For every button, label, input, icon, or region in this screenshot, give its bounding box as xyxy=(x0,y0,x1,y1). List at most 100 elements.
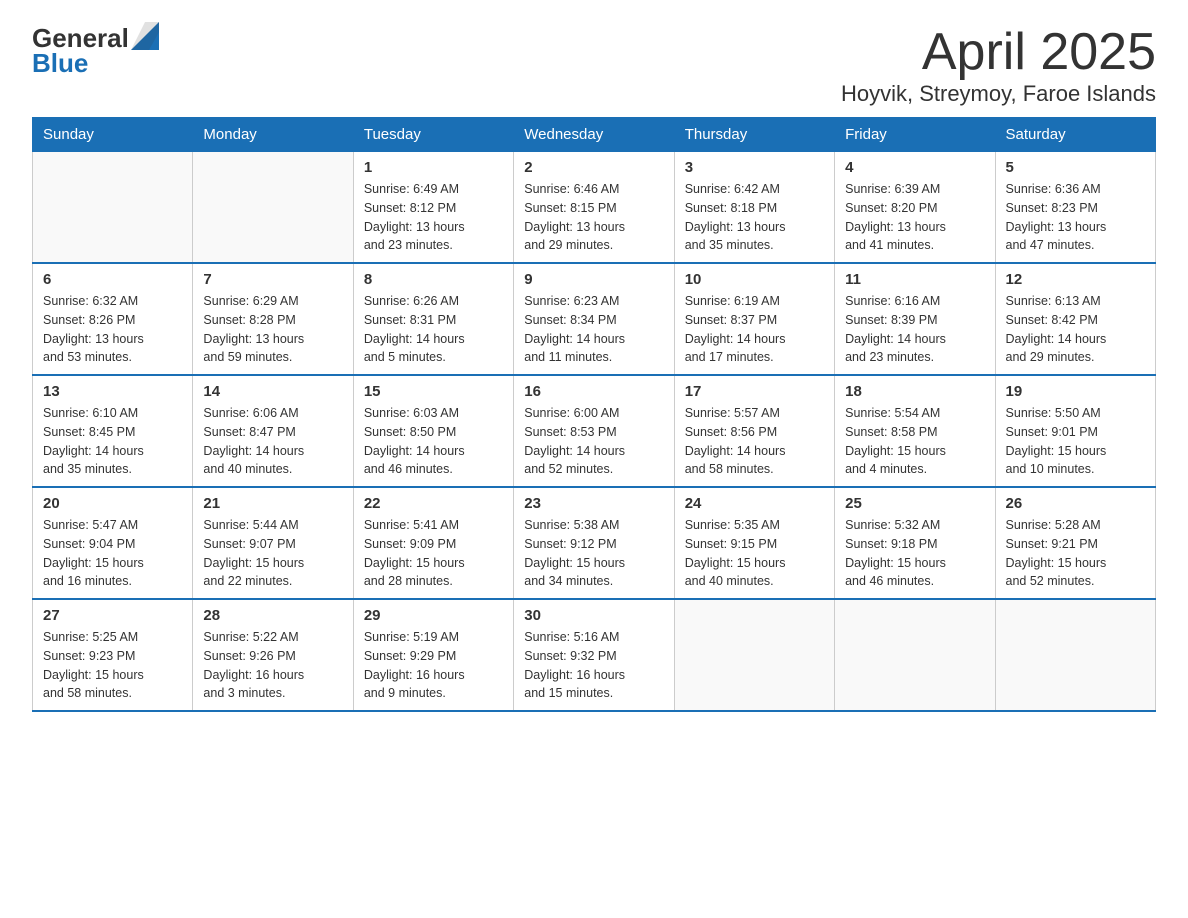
calendar-week-row: 20 Sunrise: 5:47 AM Sunset: 9:04 PM Dayli… xyxy=(33,487,1156,599)
day-info: Sunrise: 6:49 AM Sunset: 8:12 PM Dayligh… xyxy=(364,180,503,255)
calendar-cell: 22 Sunrise: 5:41 AM Sunset: 9:09 PM Dayli… xyxy=(353,487,513,599)
day-info: Sunrise: 5:16 AM Sunset: 9:32 PM Dayligh… xyxy=(524,628,663,703)
day-info: Sunrise: 6:00 AM Sunset: 8:53 PM Dayligh… xyxy=(524,404,663,479)
day-number: 8 xyxy=(364,271,503,288)
day-number: 10 xyxy=(685,271,824,288)
day-number: 4 xyxy=(845,159,984,176)
day-number: 6 xyxy=(43,271,182,288)
calendar-cell: 26 Sunrise: 5:28 AM Sunset: 9:21 PM Dayli… xyxy=(995,487,1155,599)
calendar-cell: 20 Sunrise: 5:47 AM Sunset: 9:04 PM Dayli… xyxy=(33,487,193,599)
day-number: 1 xyxy=(364,159,503,176)
day-number: 20 xyxy=(43,495,182,512)
calendar-cell xyxy=(33,152,193,264)
day-number: 22 xyxy=(364,495,503,512)
header-row: SundayMondayTuesdayWednesdayThursdayFrid… xyxy=(33,118,1156,152)
day-info: Sunrise: 5:22 AM Sunset: 9:26 PM Dayligh… xyxy=(203,628,342,703)
day-info: Sunrise: 6:23 AM Sunset: 8:34 PM Dayligh… xyxy=(524,292,663,367)
calendar-cell: 16 Sunrise: 6:00 AM Sunset: 8:53 PM Dayli… xyxy=(514,375,674,487)
day-info: Sunrise: 5:32 AM Sunset: 9:18 PM Dayligh… xyxy=(845,516,984,591)
calendar-cell: 14Sunrise: 6:06 AM Sunset: 8:47 PM Dayli… xyxy=(193,375,353,487)
day-info: Sunrise: 5:25 AM Sunset: 9:23 PM Dayligh… xyxy=(43,628,182,703)
day-info: Sunrise: 5:44 AM Sunset: 9:07 PM Dayligh… xyxy=(203,516,342,591)
calendar-cell xyxy=(674,599,834,711)
calendar-cell: 2 Sunrise: 6:46 AM Sunset: 8:15 PM Daylig… xyxy=(514,152,674,264)
day-number: 25 xyxy=(845,495,984,512)
calendar-cell: 1 Sunrise: 6:49 AM Sunset: 8:12 PM Daylig… xyxy=(353,152,513,264)
calendar-cell: 12 Sunrise: 6:13 AM Sunset: 8:42 PM Dayli… xyxy=(995,263,1155,375)
day-number: 15 xyxy=(364,383,503,400)
header-friday: Friday xyxy=(835,118,995,152)
page-header: General Blue April 2025 Hoyvik, Streymoy… xyxy=(32,24,1156,107)
calendar-cell: 11 Sunrise: 6:16 AM Sunset: 8:39 PM Dayli… xyxy=(835,263,995,375)
calendar-cell xyxy=(193,152,353,264)
calendar-cell: 9 Sunrise: 6:23 AM Sunset: 8:34 PM Daylig… xyxy=(514,263,674,375)
day-number: 17 xyxy=(685,383,824,400)
calendar-week-row: 1 Sunrise: 6:49 AM Sunset: 8:12 PM Daylig… xyxy=(33,152,1156,264)
calendar-cell xyxy=(995,599,1155,711)
day-info: Sunrise: 6:03 AM Sunset: 8:50 PM Dayligh… xyxy=(364,404,503,479)
calendar-cell: 27 Sunrise: 5:25 AM Sunset: 9:23 PM Dayli… xyxy=(33,599,193,711)
calendar-cell: 4Sunrise: 6:39 AM Sunset: 8:20 PM Daylig… xyxy=(835,152,995,264)
day-info: Sunrise: 6:10 AM Sunset: 8:45 PM Dayligh… xyxy=(43,404,182,479)
header-thursday: Thursday xyxy=(674,118,834,152)
calendar-cell: 5 Sunrise: 6:36 AM Sunset: 8:23 PM Daylig… xyxy=(995,152,1155,264)
day-number: 21 xyxy=(203,495,342,512)
calendar-cell: 7Sunrise: 6:29 AM Sunset: 8:28 PM Daylig… xyxy=(193,263,353,375)
logo-icon xyxy=(131,22,159,50)
calendar-cell: 19 Sunrise: 5:50 AM Sunset: 9:01 PM Dayli… xyxy=(995,375,1155,487)
day-number: 2 xyxy=(524,159,663,176)
day-info: Sunrise: 5:28 AM Sunset: 9:21 PM Dayligh… xyxy=(1006,516,1145,591)
day-number: 28 xyxy=(203,607,342,624)
day-number: 30 xyxy=(524,607,663,624)
day-info: Sunrise: 6:46 AM Sunset: 8:15 PM Dayligh… xyxy=(524,180,663,255)
day-info: Sunrise: 5:50 AM Sunset: 9:01 PM Dayligh… xyxy=(1006,404,1145,479)
calendar-cell: 15 Sunrise: 6:03 AM Sunset: 8:50 PM Dayli… xyxy=(353,375,513,487)
day-number: 19 xyxy=(1006,383,1145,400)
calendar-cell: 8 Sunrise: 6:26 AM Sunset: 8:31 PM Daylig… xyxy=(353,263,513,375)
header-monday: Monday xyxy=(193,118,353,152)
calendar-cell: 17 Sunrise: 5:57 AM Sunset: 8:56 PM Dayli… xyxy=(674,375,834,487)
day-info: Sunrise: 5:47 AM Sunset: 9:04 PM Dayligh… xyxy=(43,516,182,591)
day-number: 7 xyxy=(203,271,342,288)
day-info: Sunrise: 6:19 AM Sunset: 8:37 PM Dayligh… xyxy=(685,292,824,367)
calendar-cell: 10 Sunrise: 6:19 AM Sunset: 8:37 PM Dayli… xyxy=(674,263,834,375)
day-info: Sunrise: 5:35 AM Sunset: 9:15 PM Dayligh… xyxy=(685,516,824,591)
day-number: 12 xyxy=(1006,271,1145,288)
day-info: Sunrise: 6:42 AM Sunset: 8:18 PM Dayligh… xyxy=(685,180,824,255)
header-wednesday: Wednesday xyxy=(514,118,674,152)
day-number: 13 xyxy=(43,383,182,400)
day-number: 27 xyxy=(43,607,182,624)
title-block: April 2025 Hoyvik, Streymoy, Faroe Islan… xyxy=(841,24,1156,107)
calendar-cell: 23Sunrise: 5:38 AM Sunset: 9:12 PM Dayli… xyxy=(514,487,674,599)
day-info: Sunrise: 6:32 AM Sunset: 8:26 PM Dayligh… xyxy=(43,292,182,367)
day-number: 3 xyxy=(685,159,824,176)
page-subtitle: Hoyvik, Streymoy, Faroe Islands xyxy=(841,81,1156,107)
day-info: Sunrise: 6:16 AM Sunset: 8:39 PM Dayligh… xyxy=(845,292,984,367)
calendar-cell: 21 Sunrise: 5:44 AM Sunset: 9:07 PM Dayli… xyxy=(193,487,353,599)
day-info: Sunrise: 5:19 AM Sunset: 9:29 PM Dayligh… xyxy=(364,628,503,703)
day-number: 26 xyxy=(1006,495,1145,512)
calendar-cell: 3 Sunrise: 6:42 AM Sunset: 8:18 PM Daylig… xyxy=(674,152,834,264)
calendar-table: SundayMondayTuesdayWednesdayThursdayFrid… xyxy=(32,117,1156,712)
calendar-week-row: 13 Sunrise: 6:10 AM Sunset: 8:45 PM Dayli… xyxy=(33,375,1156,487)
day-info: Sunrise: 5:57 AM Sunset: 8:56 PM Dayligh… xyxy=(685,404,824,479)
day-info: Sunrise: 6:13 AM Sunset: 8:42 PM Dayligh… xyxy=(1006,292,1145,367)
day-info: Sunrise: 5:41 AM Sunset: 9:09 PM Dayligh… xyxy=(364,516,503,591)
day-number: 16 xyxy=(524,383,663,400)
day-number: 9 xyxy=(524,271,663,288)
logo: General Blue xyxy=(32,24,159,77)
calendar-cell: 6 Sunrise: 6:32 AM Sunset: 8:26 PM Daylig… xyxy=(33,263,193,375)
day-number: 5 xyxy=(1006,159,1145,176)
header-sunday: Sunday xyxy=(33,118,193,152)
header-tuesday: Tuesday xyxy=(353,118,513,152)
day-info: Sunrise: 5:54 AM Sunset: 8:58 PM Dayligh… xyxy=(845,404,984,479)
calendar-cell xyxy=(835,599,995,711)
calendar-cell: 28 Sunrise: 5:22 AM Sunset: 9:26 PM Dayli… xyxy=(193,599,353,711)
calendar-cell: 29Sunrise: 5:19 AM Sunset: 9:29 PM Dayli… xyxy=(353,599,513,711)
day-info: Sunrise: 6:26 AM Sunset: 8:31 PM Dayligh… xyxy=(364,292,503,367)
header-saturday: Saturday xyxy=(995,118,1155,152)
day-info: Sunrise: 6:36 AM Sunset: 8:23 PM Dayligh… xyxy=(1006,180,1145,255)
day-number: 11 xyxy=(845,271,984,288)
day-number: 18 xyxy=(845,383,984,400)
calendar-cell: 24Sunrise: 5:35 AM Sunset: 9:15 PM Dayli… xyxy=(674,487,834,599)
